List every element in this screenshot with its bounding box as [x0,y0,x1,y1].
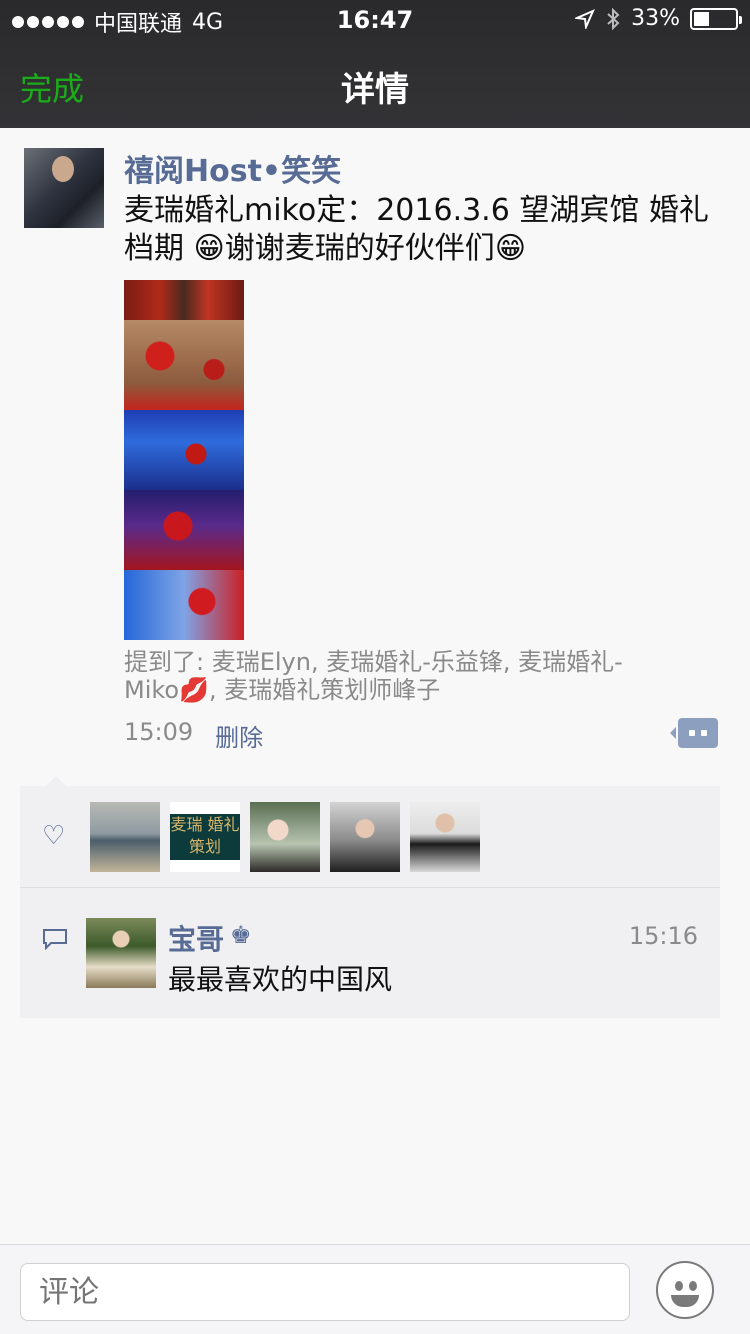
comment-input-bar [0,1244,750,1334]
likes-comments-box: ♡ 麦瑞 婚礼策划 宝哥 ♚ 15:16 最最喜欢的中国风 [20,776,720,1018]
top-bar: 中国联通 4G 16:47 33% 完成 详情 [0,0,750,128]
author-name[interactable]: 禧阅Host•笑笑 [124,146,341,190]
crown-icon: ♚ [230,921,252,949]
page-title: 详情 [341,70,409,110]
comment-time: 15:16 [628,922,698,950]
comment-icon [43,929,67,950]
battery-icon [690,7,742,30]
post-image[interactable] [124,280,244,640]
more-actions-button[interactable] [670,718,718,748]
commenter-avatar[interactable] [86,918,156,988]
comment-item[interactable]: 宝哥 ♚ 15:16 最最喜欢的中国风 [20,888,720,1018]
nav-bar: 完成 详情 [0,40,750,128]
comment-input[interactable] [20,1263,630,1321]
location-icon [575,8,596,29]
delete-link[interactable]: 删除 [215,718,263,753]
like-avatar[interactable]: 麦瑞 婚礼策划 [170,802,240,872]
like-avatar[interactable] [250,802,320,872]
emoji-button[interactable] [656,1261,714,1319]
status-bar: 中国联通 4G 16:47 33% [0,0,750,40]
like-avatar[interactable] [90,802,160,872]
brand-logo: 麦瑞 婚礼策划 [170,814,240,860]
bluetooth-icon [607,7,620,30]
heart-icon: ♡ [42,821,66,851]
likes-row: ♡ 麦瑞 婚礼策划 [20,786,720,888]
like-avatar[interactable] [410,802,480,872]
post-content: 麦瑞婚礼miko定：2016.3.6 望湖宾馆 婚礼档期 😁谢谢麦瑞的好伙伴们😁 [124,193,709,266]
battery-percent: 33% [631,6,680,31]
commenter-name[interactable]: 宝哥 [168,918,224,958]
comment-text: 最最喜欢的中国风 [168,963,393,996]
mention-text: 提到了: 麦瑞Elyn, 麦瑞婚礼-乐益锋, 麦瑞婚礼-Miko💋, 麦瑞婚礼策… [124,648,623,704]
post-time: 15:09 [124,718,194,746]
like-avatar[interactable] [330,802,400,872]
author-avatar[interactable] [24,148,104,228]
